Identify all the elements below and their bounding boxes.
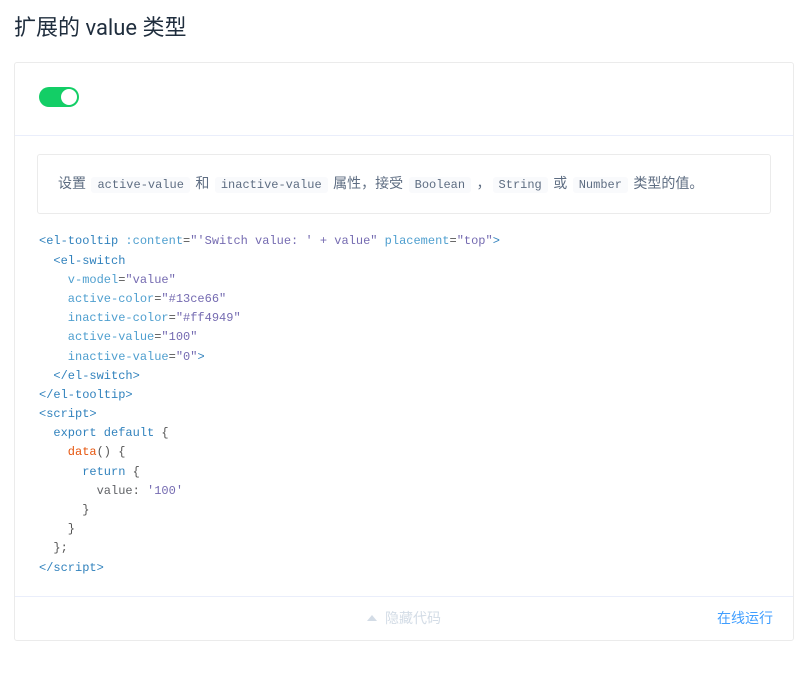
code-token: { xyxy=(125,465,139,479)
demo-control-bar: 隐藏代码 在线运行 xyxy=(15,596,793,640)
code-token: active-color xyxy=(39,292,154,306)
run-online-link[interactable]: 在线运行 xyxy=(717,597,773,641)
desc-text: 或 xyxy=(550,176,571,192)
switch-toggle[interactable] xyxy=(39,87,79,107)
hide-code-button[interactable]: 隐藏代码 xyxy=(15,608,793,628)
code-token: "0" xyxy=(176,350,198,364)
desc-text: ， xyxy=(473,176,490,192)
code-token: data xyxy=(39,445,97,459)
code-token: inactive-color xyxy=(39,311,169,325)
description-box: 设置 active-value 和 inactive-value 属性，接受 B… xyxy=(37,154,771,214)
desc-text: 类型的值。 xyxy=(630,176,703,192)
code-token: </el-switch> xyxy=(39,369,140,383)
code-token: :content xyxy=(125,234,183,248)
code-token: : xyxy=(133,484,147,498)
code-token: > xyxy=(197,350,204,364)
code-token: <script> xyxy=(39,407,97,421)
code-token: </scr xyxy=(39,561,75,575)
code-block: <el-tooltip :content = "'Switch value: ' +… xyxy=(37,232,771,589)
caret-up-icon xyxy=(367,615,377,621)
code-token: { xyxy=(111,445,125,459)
code-token: "value" xyxy=(125,273,175,287)
code-token: <el-switch xyxy=(39,254,125,268)
code-token: > xyxy=(493,234,500,248)
code-token: "#13ce66" xyxy=(161,292,226,306)
switch-knob xyxy=(61,89,77,105)
code-token: v-model xyxy=(39,273,118,287)
demo-meta: 设置 active-value 和 inactive-value 属性，接受 B… xyxy=(15,135,793,596)
code-token: "100" xyxy=(161,330,197,344)
code-token: inactive-value xyxy=(39,350,169,364)
code-token: value xyxy=(39,484,133,498)
code-token: = xyxy=(449,234,456,248)
code-token: "'Switch value: ' + value" xyxy=(190,234,377,248)
code-chip-number: Number xyxy=(573,177,628,193)
code-token: "#ff4949" xyxy=(176,311,241,325)
code-chip-active-value: active-value xyxy=(91,177,189,193)
desc-text: 设置 xyxy=(58,176,89,192)
code-token: <el-tooltip xyxy=(39,234,118,248)
code-chip-boolean: Boolean xyxy=(409,177,471,193)
code-token: export xyxy=(39,426,97,440)
code-token: { xyxy=(154,426,168,440)
hide-code-label: 隐藏代码 xyxy=(385,608,441,628)
code-token: default xyxy=(97,426,155,440)
code-token: () xyxy=(97,445,111,459)
code-token: "top" xyxy=(457,234,493,248)
code-token: return xyxy=(39,465,125,479)
code-token: ipt> xyxy=(75,561,104,575)
demo-preview xyxy=(15,63,793,135)
code-chip-string: String xyxy=(493,177,548,193)
code-chip-inactive-value: inactive-value xyxy=(215,177,328,193)
code-token: active-value xyxy=(39,330,154,344)
code-token: }; xyxy=(39,541,68,555)
code-token: '100' xyxy=(147,484,183,498)
code-token: placement xyxy=(385,234,450,248)
code-token: </el-tooltip> xyxy=(39,388,133,402)
demo-block: 设置 active-value 和 inactive-value 属性，接受 B… xyxy=(14,62,794,641)
desc-text: 属性，接受 xyxy=(330,176,407,192)
desc-text: 和 xyxy=(192,176,213,192)
code-token: = xyxy=(169,350,176,364)
section-title: 扩展的 value 类型 xyxy=(14,10,794,42)
code-token: } xyxy=(39,503,89,517)
code-token: } xyxy=(39,522,75,536)
code-token: = xyxy=(169,311,176,325)
